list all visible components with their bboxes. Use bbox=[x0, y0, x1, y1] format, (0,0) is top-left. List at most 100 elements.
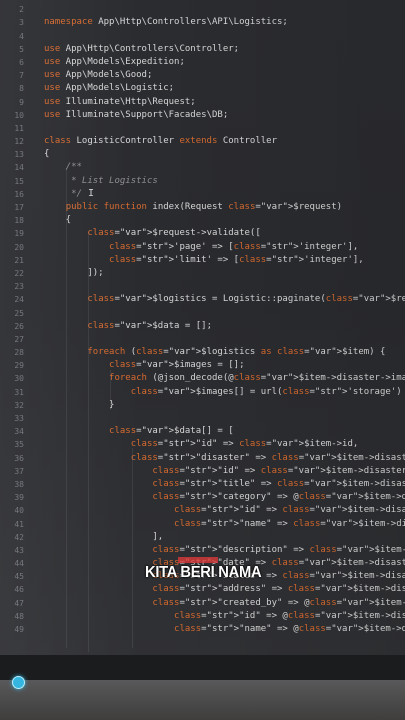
text-cursor-icon: I bbox=[88, 188, 95, 199]
code-line: 48 class="str">"id" => @class="var">$ite… bbox=[0, 610, 405, 623]
app-icon[interactable] bbox=[12, 676, 25, 689]
line-number: 30 bbox=[14, 374, 24, 384]
line-number: 36 bbox=[14, 453, 24, 463]
code-text: */ bbox=[44, 188, 82, 199]
line-number: 47 bbox=[14, 598, 24, 608]
line-number: 9 bbox=[19, 97, 24, 107]
code-text: class="str">"category" => @class="var">$… bbox=[152, 492, 405, 503]
line-number: 17 bbox=[14, 203, 24, 212]
line-number: 7 bbox=[19, 71, 24, 81]
code-line: 6 use App\Models\Expedition; bbox=[0, 56, 405, 69]
code-text: foreach (@json_decode(@class="var">$item… bbox=[109, 373, 405, 384]
code-text: ]); bbox=[44, 267, 104, 278]
code-line: 47 class="str">"created_by" => @class="v… bbox=[0, 597, 405, 610]
code-text: class="str">"description" => class="var"… bbox=[152, 544, 405, 555]
code-text: namespace App\Http\Controllers\API\Logis… bbox=[44, 17, 288, 28]
line-number: 12 bbox=[14, 137, 24, 147]
code-line: 42 ], bbox=[0, 531, 405, 544]
line-number: 29 bbox=[14, 361, 24, 371]
line-number: 40 bbox=[14, 506, 24, 516]
code-line: 31 class="var">$images[] = url(class="st… bbox=[0, 386, 405, 399]
line-number: 26 bbox=[14, 321, 24, 331]
code-text: class="str">"id" => class="var">$item->d… bbox=[152, 465, 405, 476]
code-line: 46 class="str">"address" => class="var">… bbox=[0, 583, 405, 596]
line-number: 37 bbox=[14, 466, 24, 476]
code-text: class LogisticController extends Control… bbox=[44, 136, 278, 147]
code-line: 30 foreach (@json_decode(@class="var">$i… bbox=[0, 372, 405, 385]
code-line: 28 foreach (class="var">$logistics as cl… bbox=[0, 346, 405, 359]
line-number: 42 bbox=[14, 532, 24, 542]
code-text: class="str">"id" => class="var">$item->d… bbox=[174, 505, 405, 516]
code-line: 7 use App\Models\Good; bbox=[0, 69, 405, 82]
line-number: 31 bbox=[14, 387, 24, 397]
line-number: 34 bbox=[14, 427, 24, 437]
code-text: class="str">'page' => [class="str">'inte… bbox=[109, 241, 359, 252]
code-text: class="var">$data[] = [ bbox=[109, 426, 234, 437]
line-number: 11 bbox=[14, 123, 24, 133]
code-text: use App\Models\Expedition; bbox=[44, 56, 185, 67]
code-text: use App\Models\Logistic; bbox=[44, 83, 175, 94]
line-number: 39 bbox=[14, 493, 24, 503]
code-text: foreach (class="var">$logistics as class… bbox=[87, 347, 386, 358]
code-line: 32 } bbox=[0, 399, 405, 412]
line-number: 24 bbox=[14, 295, 24, 305]
line-number: 16 bbox=[14, 189, 24, 199]
code-line: 23 bbox=[0, 280, 405, 293]
code-text: { bbox=[44, 149, 50, 160]
code-line: 41 class="str">"name" => class="var">$it… bbox=[0, 518, 405, 531]
indent-guide bbox=[88, 232, 89, 652]
line-number: 5 bbox=[19, 44, 24, 54]
code-text: class="str">"name" => class="var">$item-… bbox=[174, 518, 405, 529]
taskbar bbox=[0, 680, 405, 720]
code-text: class="str">"name" => @class="var">$item… bbox=[174, 624, 405, 634]
code-line: 43 class="str">"description" => class="v… bbox=[0, 544, 405, 557]
line-number: 35 bbox=[14, 440, 24, 450]
code-text: class="str">"address" => class="var">$it… bbox=[152, 584, 405, 595]
code-text: class="str">"id" => @class="var">$item->… bbox=[174, 610, 405, 621]
line-number: 2 bbox=[19, 5, 24, 15]
code-line: 9 use Illuminate\Http\Request; bbox=[0, 96, 405, 109]
code-text: class="var">$data = []; bbox=[87, 320, 212, 331]
monitor-bezel bbox=[0, 655, 405, 680]
line-number: 41 bbox=[14, 519, 24, 529]
caption-highlight bbox=[178, 557, 218, 563]
code-text: use App\Http\Controllers\Controller; bbox=[44, 43, 240, 54]
line-number: 18 bbox=[14, 216, 24, 226]
code-text: class="var">$logistics = Logistic::pagin… bbox=[87, 294, 405, 305]
line-number: 45 bbox=[14, 572, 24, 582]
code-line: 27 bbox=[0, 333, 405, 346]
code-line: 36 class="str">"disaster" => class="var"… bbox=[0, 452, 405, 465]
code-line: 26 class="var">$data = []; bbox=[0, 320, 405, 333]
code-line: 19 class="var">$request->validate([ bbox=[0, 227, 405, 240]
video-caption: KITA BERI NAMA bbox=[145, 564, 262, 581]
code-line: 16 */ bbox=[0, 188, 405, 201]
code-text: class="var">$images = []; bbox=[109, 360, 245, 371]
code-text: public function index(Request class="var… bbox=[65, 202, 343, 212]
code-line: 3 namespace App\Http\Controllers\API\Logi… bbox=[0, 16, 405, 29]
code-line: 8 use App\Models\Logistic; bbox=[0, 82, 405, 95]
line-number: 19 bbox=[14, 229, 24, 239]
code-line: 13 { bbox=[0, 148, 405, 161]
code-line: 20 class="str">'page' => [class="str">'i… bbox=[0, 241, 405, 254]
code-line: 35 class="str">"id" => class="var">$item… bbox=[0, 438, 405, 451]
code-line: 29 class="var">$images = []; bbox=[0, 359, 405, 372]
line-number: 3 bbox=[19, 18, 24, 28]
line-number: 48 bbox=[14, 611, 24, 621]
line-number: 43 bbox=[14, 545, 24, 555]
code-text: class="str">"created_by" => @class="var"… bbox=[152, 597, 405, 608]
code-text: /** bbox=[44, 162, 82, 173]
line-number: 21 bbox=[14, 255, 24, 265]
line-number: 33 bbox=[14, 414, 24, 423]
code-line: 22 ]); bbox=[0, 267, 405, 280]
code-line: 33 bbox=[0, 412, 405, 425]
code-line: 11 bbox=[0, 122, 405, 135]
code-line: 25 bbox=[0, 307, 405, 320]
line-number: 13 bbox=[14, 150, 24, 160]
code-line: 17 public function index(Request class="… bbox=[0, 201, 405, 214]
code-editor[interactable]: 1<?php23namespace App\Http\Controllers\A… bbox=[0, 0, 405, 636]
code-text: class="var">$request->validate([ bbox=[87, 228, 261, 239]
code-line: 34 class="var">$data[] = [ bbox=[0, 425, 405, 438]
code-text: use App\Models\Good; bbox=[44, 70, 153, 81]
code-text: * List Logistics bbox=[44, 175, 158, 186]
line-number: 23 bbox=[14, 282, 24, 292]
